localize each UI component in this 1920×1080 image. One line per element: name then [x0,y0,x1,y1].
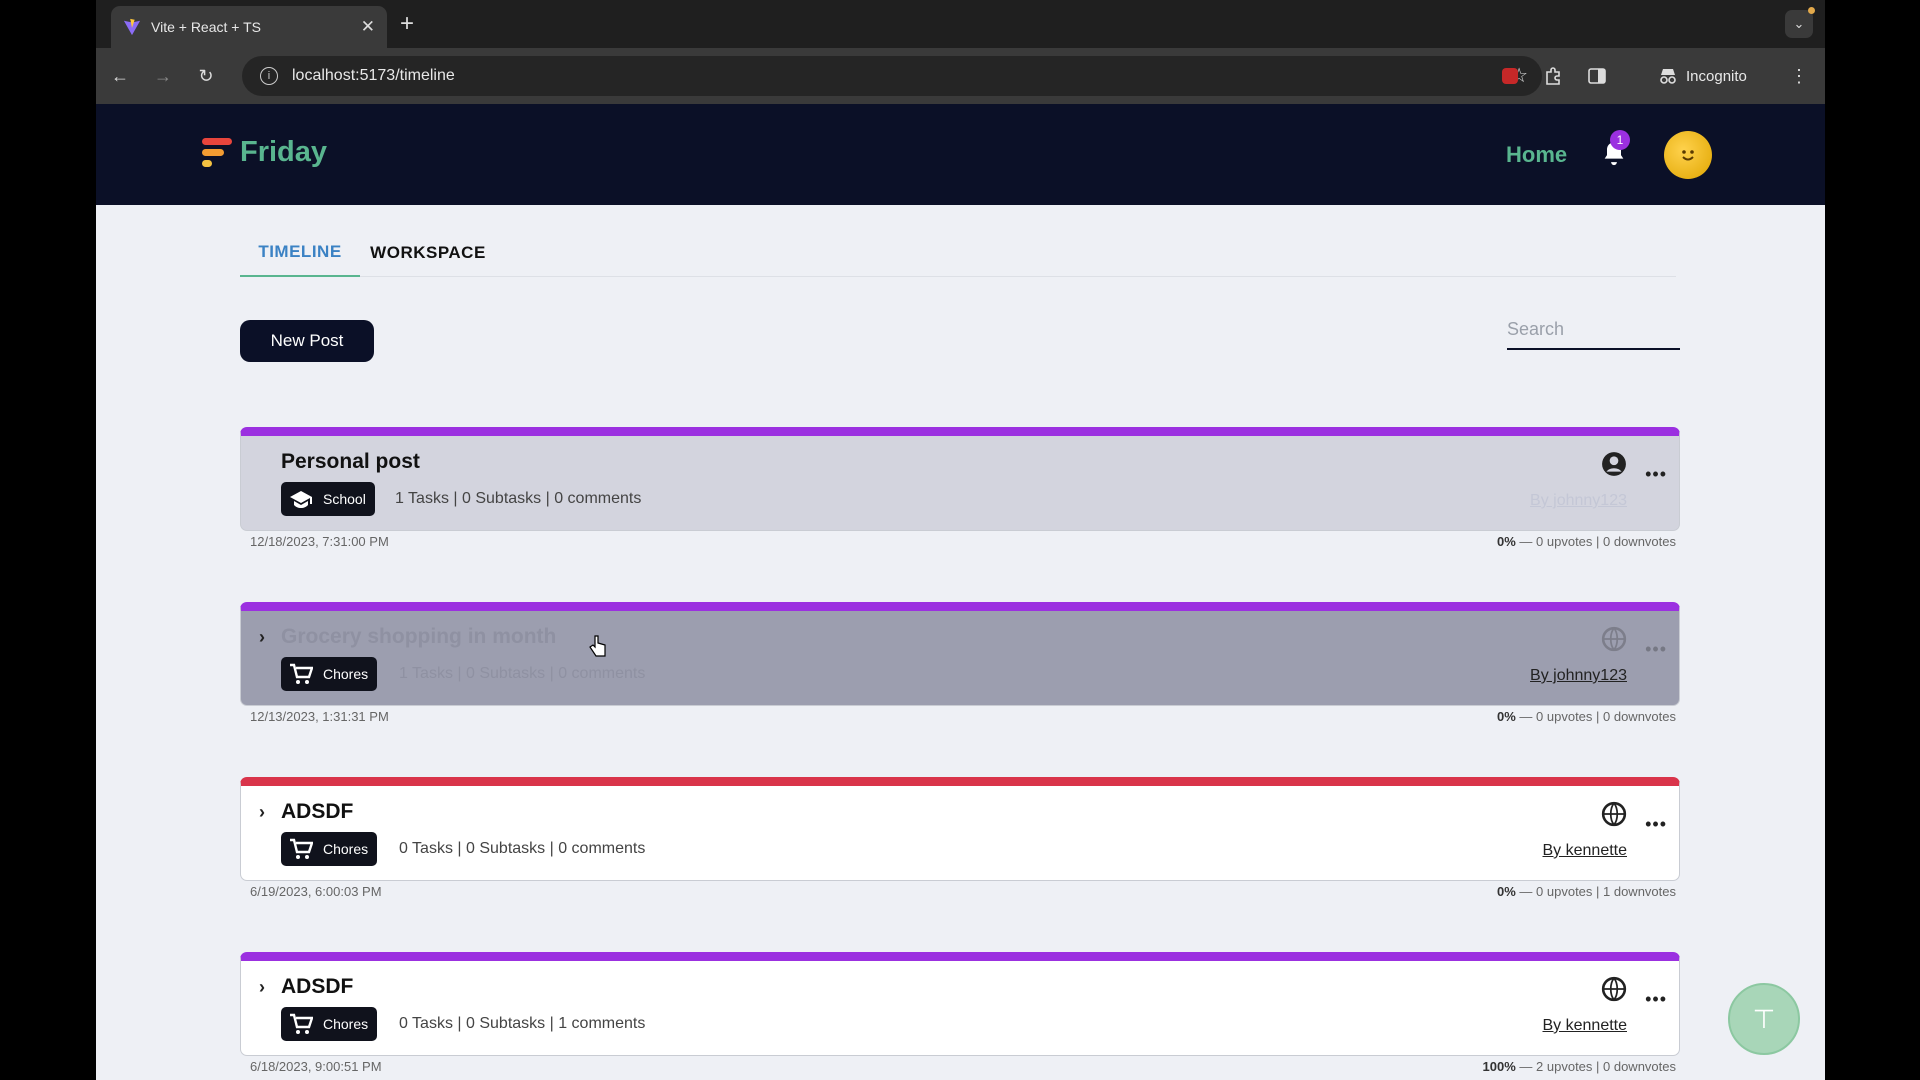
tab-workspace[interactable]: WORKSPACE [365,228,491,277]
category-label: Chores [323,666,369,682]
globe-icon [1601,801,1627,827]
smiley-face-icon [1682,150,1694,161]
vote-counts: 0 upvotes | 0 downvotes [1536,709,1676,724]
url-text: localhost:5173/timeline [292,67,455,84]
more-horizontal-icon[interactable]: ••• [1645,814,1667,835]
more-horizontal-icon[interactable]: ••• [1645,464,1667,485]
post-date: 6/19/2023, 6:00:03 PM [250,884,382,899]
avatar[interactable] [1664,131,1712,179]
tab-search-button[interactable]: ⌄ [1785,7,1815,38]
globe-icon [1601,976,1627,1002]
category-tag: School [281,482,375,516]
more-horizontal-icon[interactable]: ••• [1645,639,1667,660]
progress-percent: 0% [1497,709,1516,724]
author-link[interactable]: By kennette [1543,1017,1628,1035]
shopping-cart-icon [290,838,313,859]
post-stats: 0% — 0 upvotes | 0 downvotes [1497,534,1676,549]
category-tag: Chores [281,832,378,866]
post-meta: 1 Tasks | 0 Subtasks | 0 comments [399,665,646,682]
browser-menu-icon[interactable]: ⋮ [1785,62,1813,90]
vote-counts: 0 upvotes | 0 downvotes [1536,534,1676,549]
extension-badge-icon[interactable] [1496,62,1524,90]
chevron-right-icon[interactable]: › [259,802,265,823]
update-dot [1808,7,1815,14]
author-link[interactable]: By johnny123 [1530,667,1627,685]
page-tabs: TIMELINE WORKSPACE [240,228,1676,277]
new-post-button[interactable]: New Post [240,320,374,362]
back-icon[interactable]: ← [106,62,134,90]
browser-toolbar: ← → ↻ i localhost:5173/timeline ☆ Incogn… [96,48,1825,104]
search-input[interactable] [1507,310,1680,350]
browser-tab-strip: Vite + React + TS ✕ + ⌄ [96,0,1825,48]
post-stats: 0% — 0 upvotes | 0 downvotes [1497,709,1676,724]
forward-icon[interactable]: → [149,62,177,90]
side-panel-icon[interactable] [1583,62,1611,90]
category-tag: Chores [281,657,378,691]
post-card[interactable]: › Grocery shopping in month Chores 1 Tas… [240,602,1680,706]
post-date: 12/13/2023, 1:31:31 PM [250,709,389,724]
post-meta: 0 Tasks | 0 Subtasks | 1 comments [399,1015,646,1032]
post-title[interactable]: ADSDF [281,975,353,999]
more-horizontal-icon[interactable]: ••• [1645,989,1667,1010]
post-title[interactable]: ADSDF [281,800,353,824]
reload-icon[interactable]: ↻ [192,62,220,90]
progress-percent: 0% [1497,884,1516,899]
post-stats: 0% — 0 upvotes | 1 downvotes [1497,884,1676,899]
vite-logo-icon [123,18,141,36]
category-label: School [323,491,366,507]
browser-tab[interactable]: Vite + React + TS ✕ [111,6,387,48]
vote-counts: 0 upvotes | 1 downvotes [1536,884,1676,899]
shopping-cart-icon [290,663,313,684]
incognito-label: Incognito [1686,67,1747,85]
incognito-indicator[interactable]: Incognito [1658,62,1747,90]
category-label: Chores [323,841,369,857]
logo-icon [200,137,232,168]
browser-tab-title: Vite + React + TS [151,19,261,35]
chevron-down-icon: ⌄ [1793,16,1805,31]
shopping-cart-icon [290,1013,313,1034]
post-stats: 100% — 2 upvotes | 0 downvotes [1482,1059,1676,1074]
brand-name: Friday [240,136,328,168]
notification-badge: 1 [1610,130,1630,150]
incognito-icon [1660,69,1676,84]
post-title[interactable]: Personal post [281,450,420,474]
progress-percent: 100% [1482,1059,1516,1074]
category-tag: Chores [281,1007,378,1041]
app-header: Friday Home 1 [96,104,1825,205]
user-circle-icon [1602,452,1626,476]
author-link[interactable]: By kennette [1543,842,1628,860]
post-title[interactable]: Grocery shopping in month [281,625,556,649]
post-date: 12/18/2023, 7:31:00 PM [250,534,389,549]
mouse-cursor-hand-icon [589,635,606,657]
scroll-to-top-button[interactable]: ⊤ [1728,983,1800,1055]
tab-timeline[interactable]: TIMELINE [240,228,360,277]
site-info-icon[interactable]: i [260,67,278,85]
brand-logo[interactable]: Friday [200,136,327,169]
chevron-right-icon[interactable]: › [259,977,265,998]
author-link[interactable]: By johnny123 [1530,492,1627,510]
arrow-up-icon: ⊤ [1752,1003,1776,1034]
progress-percent: 0% [1497,534,1516,549]
graduation-cap-icon [290,491,312,508]
nav-home-link[interactable]: Home [1506,142,1567,168]
new-tab-button[interactable]: + [400,10,414,38]
extensions-puzzle-icon[interactable] [1539,62,1567,90]
browser-window: Vite + React + TS ✕ + ⌄ ← → ↻ i localhos… [96,0,1825,1080]
category-label: Chores [323,1016,369,1032]
post-meta: 1 Tasks | 0 Subtasks | 0 comments [395,490,642,507]
chevron-right-icon[interactable]: › [259,627,265,648]
post-card[interactable]: › ADSDF Chores 0 Tasks | 0 Subtasks | 0 … [240,777,1680,881]
post-card[interactable]: Personal post School 1 Tasks | 0 Subtask… [240,427,1680,531]
globe-icon [1601,626,1627,652]
close-tab-icon[interactable]: ✕ [361,17,375,37]
vote-counts: 2 upvotes | 0 downvotes [1536,1059,1676,1074]
address-bar[interactable]: i localhost:5173/timeline ☆ [242,56,1542,96]
post-date: 6/18/2023, 9:00:51 PM [250,1059,382,1074]
post-card[interactable]: › ADSDF Chores 0 Tasks | 0 Subtasks | 1 … [240,952,1680,1056]
post-meta: 0 Tasks | 0 Subtasks | 0 comments [399,840,646,857]
